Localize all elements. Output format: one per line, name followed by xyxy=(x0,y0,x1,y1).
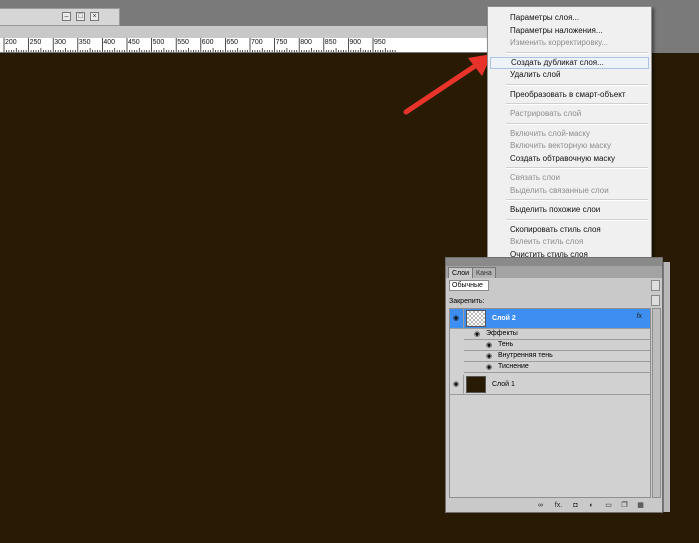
layer-name[interactable]: Слой 1 xyxy=(492,380,515,389)
panel-header[interactable] xyxy=(446,258,662,266)
effect-label: Тень xyxy=(498,341,514,348)
restore-icon[interactable]: □ xyxy=(76,12,85,21)
mask-icon[interactable]: ◘ xyxy=(571,502,580,510)
ruler-tick-label: 700 xyxy=(251,39,263,46)
fill-stepper[interactable] xyxy=(651,295,660,306)
adjustment-icon[interactable]: ◐ xyxy=(587,502,596,510)
eye-icon[interactable]: ◉ xyxy=(486,342,492,350)
menu-item[interactable]: Создать обтравочную маску xyxy=(508,153,649,165)
panel-footer: ∞ fx. ◘ ◐ ▭ ❐ ▦ xyxy=(446,500,662,512)
ruler-tick-label: 900 xyxy=(349,39,362,46)
eye-icon[interactable]: ◉ xyxy=(453,315,459,323)
menu-separator xyxy=(506,103,648,105)
ruler-tick-label: 350 xyxy=(78,39,91,46)
menu-item[interactable]: Растрировать слой xyxy=(508,108,649,120)
layer-thumbnail xyxy=(466,310,486,327)
effect-row-inner-shadow[interactable]: ◉ Внутренняя тень xyxy=(464,351,650,362)
tab-layers[interactable]: Слои xyxy=(448,267,474,278)
ruler-tick-label: 600 xyxy=(201,39,214,46)
menu-item[interactable]: Связать слои xyxy=(508,172,649,184)
fx-icon[interactable]: fx xyxy=(637,313,642,320)
ruler-tick-label: 950 xyxy=(374,39,386,46)
layers-panel: Слои Кана Обычные Закрепить: ◉ Слой 2 fx… xyxy=(445,257,663,513)
menu-separator xyxy=(506,51,648,54)
layers-list: ◉ Слой 2 fx ◉ Эффекты ◉ Тень ◉ Внутрення… xyxy=(449,308,651,498)
menu-item[interactable]: Вклеить стиль слоя xyxy=(508,236,649,248)
menu-separator xyxy=(506,199,648,201)
eye-icon[interactable]: ◉ xyxy=(453,381,459,389)
ruler-tick-label: 850 xyxy=(324,39,337,46)
effect-row-emboss[interactable]: ◉ Тиснение xyxy=(464,362,650,373)
effects-label: Эффекты xyxy=(486,330,518,337)
ruler-tick-label: 400 xyxy=(103,39,116,46)
panel-tabs: Слои Кана xyxy=(446,266,662,278)
ruler-tick-label: 650 xyxy=(226,39,239,46)
layers-scrollbar[interactable] xyxy=(652,308,661,498)
ruler-tick-label: 800 xyxy=(300,39,312,46)
layer-name[interactable]: Слой 2 xyxy=(492,314,516,323)
menu-separator xyxy=(506,83,648,86)
menu-item[interactable]: Скопировать стиль слоя xyxy=(508,224,649,236)
visibility-toggle[interactable]: ◉ xyxy=(450,309,464,328)
layer-row-layer1[interactable]: ◉ Слой 1 xyxy=(450,375,650,395)
menu-item[interactable]: Преобразовать в смарт-объект xyxy=(508,89,649,101)
eye-icon[interactable]: ◉ xyxy=(486,364,492,372)
tab-channels[interactable]: Кана xyxy=(472,267,496,278)
ruler-tick-label: 300 xyxy=(54,39,66,46)
link-icon[interactable]: ∞ xyxy=(536,502,545,510)
panel-side-strip xyxy=(663,262,670,512)
menu-item[interactable]: Выделить похожие слои xyxy=(508,204,649,216)
menu-item[interactable]: Выделить связанные слои xyxy=(508,185,649,197)
ruler-tick-label: 550 xyxy=(177,39,189,46)
layer-row-layer2[interactable]: ◉ Слой 2 fx xyxy=(450,309,650,329)
eye-icon[interactable]: ◉ xyxy=(486,353,492,361)
menu-item[interactable]: Создать дубликат слоя... xyxy=(490,56,649,69)
blend-mode-select[interactable]: Обычные xyxy=(449,280,489,291)
ruler-tick-label: 450 xyxy=(128,39,140,46)
ruler-tick-label: 750 xyxy=(275,39,288,46)
effect-label: Внутренняя тень xyxy=(498,352,553,359)
arrow-shaft xyxy=(403,61,481,115)
menu-separator xyxy=(506,122,648,125)
effects-row[interactable]: ◉ Эффекты xyxy=(464,329,650,340)
ruler-tick-label: 200 xyxy=(5,39,17,46)
folder-icon[interactable]: ▭ xyxy=(604,502,613,510)
menu-item[interactable]: Включить слой-маску xyxy=(508,128,649,140)
opacity-stepper[interactable] xyxy=(651,280,660,291)
trash-icon[interactable]: ▦ xyxy=(636,502,645,510)
menu-item[interactable]: Удалить слой xyxy=(508,69,649,81)
menu-item[interactable]: Параметры наложения... xyxy=(508,25,649,37)
eye-icon[interactable]: ◉ xyxy=(474,331,480,339)
menu-item[interactable]: Изменить корректировку... xyxy=(508,37,649,49)
lock-label: Закрепить: xyxy=(449,298,485,305)
menu-item[interactable]: Параметры слоя... xyxy=(508,12,649,24)
fx-icon[interactable]: fx. xyxy=(554,502,563,510)
minimize-icon[interactable]: – xyxy=(62,12,71,21)
annotation-arrow xyxy=(403,54,492,115)
ruler-tick-label: 250 xyxy=(29,39,42,46)
close-icon[interactable]: × xyxy=(90,12,99,21)
menu-separator xyxy=(506,167,648,169)
menu-item[interactable]: Включить векторную маску xyxy=(508,140,649,152)
options-strip xyxy=(0,26,487,38)
menu-separator xyxy=(506,218,648,221)
layer-thumbnail xyxy=(466,376,486,393)
ruler-tick-label: 500 xyxy=(152,39,165,46)
new-layer-icon[interactable]: ❐ xyxy=(620,502,629,510)
document-window-titlebar[interactable]: – □ × xyxy=(0,8,120,26)
effect-row-shadow[interactable]: ◉ Тень xyxy=(464,340,650,351)
visibility-toggle[interactable]: ◉ xyxy=(450,375,464,394)
effect-label: Тиснение xyxy=(498,363,529,370)
